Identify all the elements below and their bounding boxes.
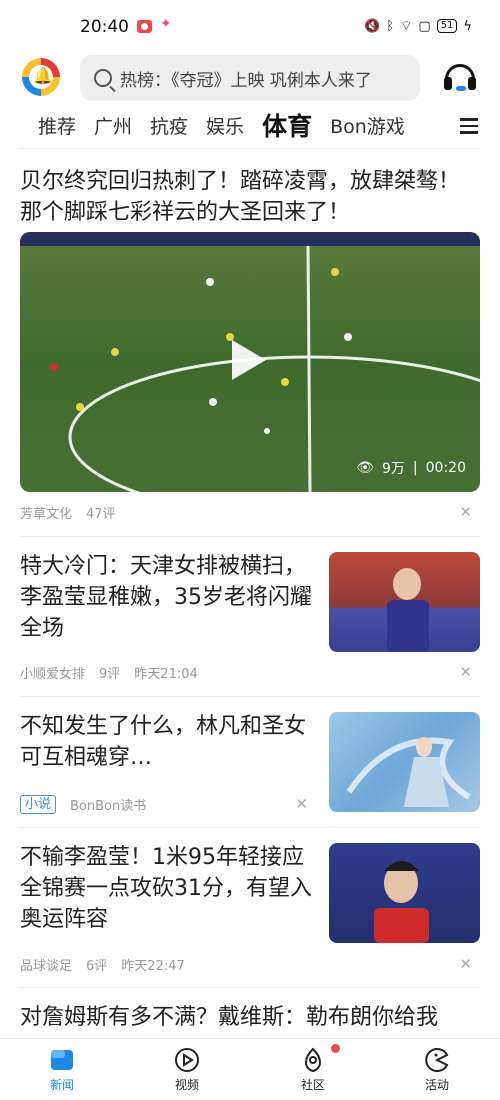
- search-hot-text: 热榜：《夺冠》上映 巩俐本人来了: [120, 70, 372, 91]
- article-source: 小顺爱女排: [20, 667, 86, 682]
- screen-record-icon: [137, 20, 152, 33]
- channel-tabs: 推荐 广州 抗疫 娱乐 体育 Bon游戏: [38, 106, 405, 146]
- wifi-icon: ⌔: [400, 19, 413, 34]
- dismiss-icon[interactable]: ✕: [459, 663, 472, 681]
- sim-icon: ▢: [418, 18, 431, 34]
- activity-icon: [425, 1048, 449, 1072]
- nav-news[interactable]: 新闻: [32, 1047, 92, 1093]
- article-title[interactable]: 不输李盈莹！1米95年轻接应全锦赛一点攻砍31分，有望入奥运阵容: [20, 842, 315, 935]
- article-meta: 小说 BonBon读书: [20, 795, 146, 814]
- volleyball-player-image: [387, 568, 429, 652]
- category-tag: 小说: [20, 795, 57, 814]
- nav-community[interactable]: 社区: [283, 1047, 343, 1093]
- stats-separator: |: [412, 460, 418, 476]
- nav-label: 社区: [300, 1078, 325, 1092]
- nav-activity[interactable]: 活动: [407, 1047, 467, 1093]
- video-article-title[interactable]: 贝尔终究回归热刺了！踏碎凌霄，放肆桀骜！那个脚踩七彩祥云的大圣回来了！: [20, 166, 480, 228]
- publish-time: 昨天21:04: [134, 667, 198, 682]
- article-title[interactable]: 特大冷门：天津女排被横扫，李盈莹显稚嫩，35岁老将闪耀全场: [20, 551, 315, 644]
- notification-dot: [331, 1044, 340, 1053]
- comment-count: 9评: [99, 667, 121, 682]
- publish-time: 昨天22:47: [121, 959, 185, 974]
- status-icons: 🔇 ᛒ ⌔ ▢ 51 ϟ: [364, 18, 472, 35]
- video-player[interactable]: 👁 9万 | 00:20: [20, 232, 480, 492]
- nav-label: 视频: [174, 1078, 199, 1092]
- tab-guangzhou[interactable]: 广州: [94, 108, 132, 146]
- tabs-divider: [20, 148, 480, 149]
- tab-sports[interactable]: 体育: [262, 108, 312, 146]
- article-meta: 品球谈足 6评 昨天22:47: [20, 955, 185, 974]
- dismiss-icon[interactable]: ✕: [459, 955, 472, 973]
- article-divider: [20, 827, 480, 828]
- article-thumbnail[interactable]: [329, 843, 480, 943]
- search-icon: [94, 69, 112, 87]
- article-source: BonBon读书: [70, 799, 147, 814]
- view-count: 9万: [382, 461, 405, 477]
- battery-icon: 51: [436, 19, 458, 33]
- nav-label: 活动: [424, 1078, 449, 1092]
- comment-count: 6评: [86, 959, 108, 974]
- bluetooth-icon: ᛒ: [386, 18, 395, 34]
- fantasy-character-image: [346, 737, 471, 807]
- comment-count: 47评: [86, 507, 116, 522]
- article-thumbnail[interactable]: [329, 552, 480, 652]
- article-divider: [20, 536, 480, 537]
- dismiss-icon[interactable]: ✕: [459, 503, 472, 521]
- nav-label: 新闻: [49, 1078, 74, 1092]
- article-meta: 芳草文化 47评: [20, 503, 116, 522]
- article-title[interactable]: 对詹姆斯有多不满？戴维斯：勒布朗你给我: [20, 1002, 480, 1033]
- article-divider: [20, 696, 480, 697]
- tab-entertainment[interactable]: 娱乐: [206, 108, 244, 146]
- tab-recommend[interactable]: 推荐: [38, 108, 76, 146]
- article-meta: 小顺爱女排 9评 昨天21:04: [20, 663, 198, 682]
- bottom-navigation: 新闻 视频 社区 活动: [0, 1038, 500, 1100]
- video-icon: [175, 1048, 199, 1072]
- status-time: 20:40: [80, 17, 129, 37]
- tab-bon-games[interactable]: Bon游戏: [330, 108, 405, 146]
- article-divider: [20, 987, 480, 988]
- article-source: 品球谈足: [20, 959, 73, 974]
- tab-anti-epidemic[interactable]: 抗疫: [150, 108, 188, 146]
- app-notification-icon: ✦: [160, 16, 172, 32]
- video-duration: 00:20: [425, 460, 466, 476]
- headset-icon[interactable]: [444, 64, 476, 94]
- play-icon[interactable]: [232, 340, 266, 380]
- nav-video[interactable]: 视频: [157, 1047, 217, 1093]
- news-icon: [51, 1050, 73, 1070]
- search-bar[interactable]: 热榜：《夺冠》上映 巩俐本人来了: [80, 55, 420, 101]
- dismiss-icon[interactable]: ✕: [295, 795, 308, 813]
- mute-icon: 🔇: [364, 18, 381, 34]
- article-source: 芳草文化: [20, 507, 73, 522]
- charging-icon: ϟ: [463, 18, 472, 34]
- menu-icon[interactable]: [460, 118, 478, 138]
- bell-icon: 🔔: [33, 66, 53, 85]
- status-bar: 20:40 ✦ 🔇 ᛒ ⌔ ▢ 51 ϟ: [0, 0, 500, 50]
- community-icon: [304, 1047, 322, 1073]
- volleyball-player-image: [374, 861, 429, 943]
- video-stats: 👁 9万 | 00:20: [356, 458, 466, 478]
- article-thumbnail[interactable]: [329, 712, 480, 812]
- eye-icon: 👁: [356, 460, 374, 476]
- article-title[interactable]: 不知发生了什么，林凡和圣女可互相魂穿…: [20, 711, 315, 773]
